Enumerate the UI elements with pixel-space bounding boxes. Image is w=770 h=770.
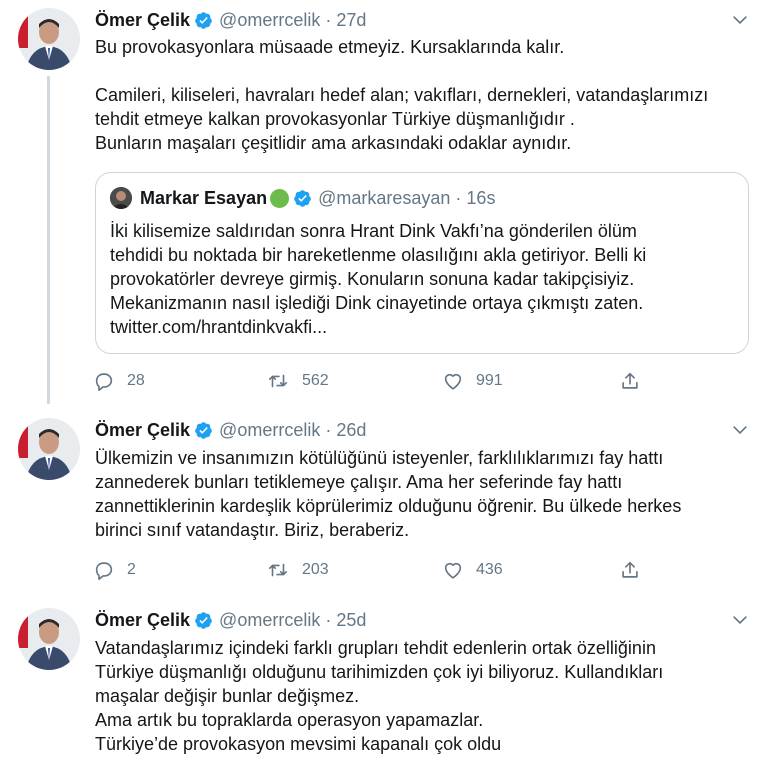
quoted-line: İki kilisemize saldırıdan sonra Hrant Di… [110,221,637,241]
verified-badge-icon [294,189,311,207]
tweet-1[interactable]: Ömer Çelik @omerrcelik · 27d Bu provokas… [0,0,770,404]
author-name[interactable]: Ömer Çelik [95,420,190,441]
chevron-down-icon[interactable] [730,420,750,440]
retweet-count: 562 [302,372,329,389]
retweet-button[interactable]: 203 [266,558,329,582]
like-icon [444,562,462,579]
tweet-header: Ömer Çelik @omerrcelik · 27d [95,7,366,33]
tweet-line: zannettiklerinin kardeşlik köprülerimiz … [95,496,682,516]
separator-dot: · [455,187,462,208]
tweet-text: Ülkemizin ve insanımızın kötülüğünü iste… [95,446,755,542]
separator-dot: · [325,609,332,630]
author-handle[interactable]: @omerrcelik [219,10,320,31]
author-handle[interactable]: @omerrcelik [219,420,320,441]
tweet-text: Vatandaşlarımız içindeki farklı grupları… [95,636,755,756]
action-bar: 28 562 991 [93,369,653,393]
reply-icon [95,373,113,391]
tweet-line: Ama artık bu topraklarda operasyon yapam… [95,710,484,730]
tweet-3[interactable]: Ömer Çelik @omerrcelik · 25d Vatandaşlar… [0,590,770,770]
tweet-line: Türkiye düşmanlığı olduğunu tarihimizden… [95,662,664,682]
quoted-line: Mekanizmanın nasıl işlediği Dink cinayet… [110,293,644,313]
timestamp[interactable]: 27d [336,10,366,31]
avatar[interactable] [18,418,80,480]
retweet-count: 203 [302,561,329,578]
tweet-paragraph: Bunların maşaları çeşitlidir ama arkasın… [95,133,572,153]
retweet-button[interactable]: 562 [266,369,329,393]
tweet-paragraph: Camileri, kiliseleri, havraları hedef al… [95,85,709,129]
quoted-header: Markar Esayan @markaresayan · 16s [140,185,495,211]
avatar[interactable] [18,608,80,670]
separator-dot: · [325,419,332,440]
quoted-tweet[interactable]: Markar Esayan @markaresayan · 16s İki ki… [95,172,749,354]
share-icon [622,561,638,578]
timestamp[interactable]: 25d [336,610,366,631]
tweet-line: Vatandaşlarımız içindeki farklı grupları… [95,638,656,658]
tweet-line: maşalar değişir bunlar değişmez. [95,686,360,706]
reply-button[interactable]: 28 [93,369,145,393]
tweet-line: Ülkemizin ve insanımızın kötülüğünü iste… [95,448,664,468]
quoted-author-name: Markar Esayan [140,187,268,208]
quoted-text: İki kilisemize saldırıdan sonra Hrant Di… [110,219,740,339]
chevron-down-icon[interactable] [730,610,750,630]
like-count: 991 [476,372,503,389]
quoted-author-handle: @markaresayan [318,187,451,208]
share-icon [622,372,638,389]
chevron-down-icon[interactable] [730,10,750,30]
verified-badge-icon [195,611,212,629]
tweet-paragraph: Bu provokasyonlara müsaade etmeyiz. Kurs… [95,37,565,57]
separator-dot: · [325,9,332,30]
author-handle[interactable]: @omerrcelik [219,610,320,631]
share-button[interactable] [619,369,641,393]
quoted-line: provokatörler devreye girmiş. Konuların … [110,269,635,289]
green-circle-icon [270,188,290,208]
reply-count: 28 [127,372,145,389]
verified-badge-icon [195,421,212,439]
tweet-line: Türkiye’de provokasyon mevsimi kapanalı … [95,734,502,754]
tweet-2[interactable]: Ömer Çelik @omerrcelik · 26d Ülkemizin v… [0,400,770,590]
like-button[interactable]: 991 [442,369,503,393]
thread-line [47,76,50,404]
reply-button[interactable]: 2 [93,558,136,582]
like-button[interactable]: 436 [442,558,503,582]
tweet-text: Bu provokasyonlara müsaade etmeyiz. Kurs… [95,35,755,155]
tweet-header: Ömer Çelik @omerrcelik · 26d [95,417,366,443]
quoted-avatar[interactable] [110,187,132,209]
author-name[interactable]: Ömer Çelik [95,610,190,631]
reply-icon [95,562,113,580]
share-button[interactable] [619,558,641,582]
retweet-icon [268,563,288,577]
quoted-link[interactable]: twitter.com/hrantdinkvakfi... [110,315,740,339]
timestamp[interactable]: 26d [336,420,366,441]
tweet-line: birinci sınıf vatandaştır. Biriz, berabe… [95,520,410,540]
verified-badge-icon [195,11,212,29]
reply-count: 2 [127,561,136,578]
author-name[interactable]: Ömer Çelik [95,10,190,31]
action-bar: 2 203 436 [93,558,653,582]
like-count: 436 [476,561,503,578]
quoted-timestamp: 16s [466,187,496,208]
quoted-line: tehdidi bu noktada bir hareketlenme olas… [110,245,647,265]
tweet-line: zannederek bunları tetiklemeye çalışır. … [95,472,623,492]
retweet-icon [268,374,288,388]
like-icon [444,373,462,390]
avatar[interactable] [18,8,80,70]
tweet-header: Ömer Çelik @omerrcelik · 25d [95,607,366,633]
